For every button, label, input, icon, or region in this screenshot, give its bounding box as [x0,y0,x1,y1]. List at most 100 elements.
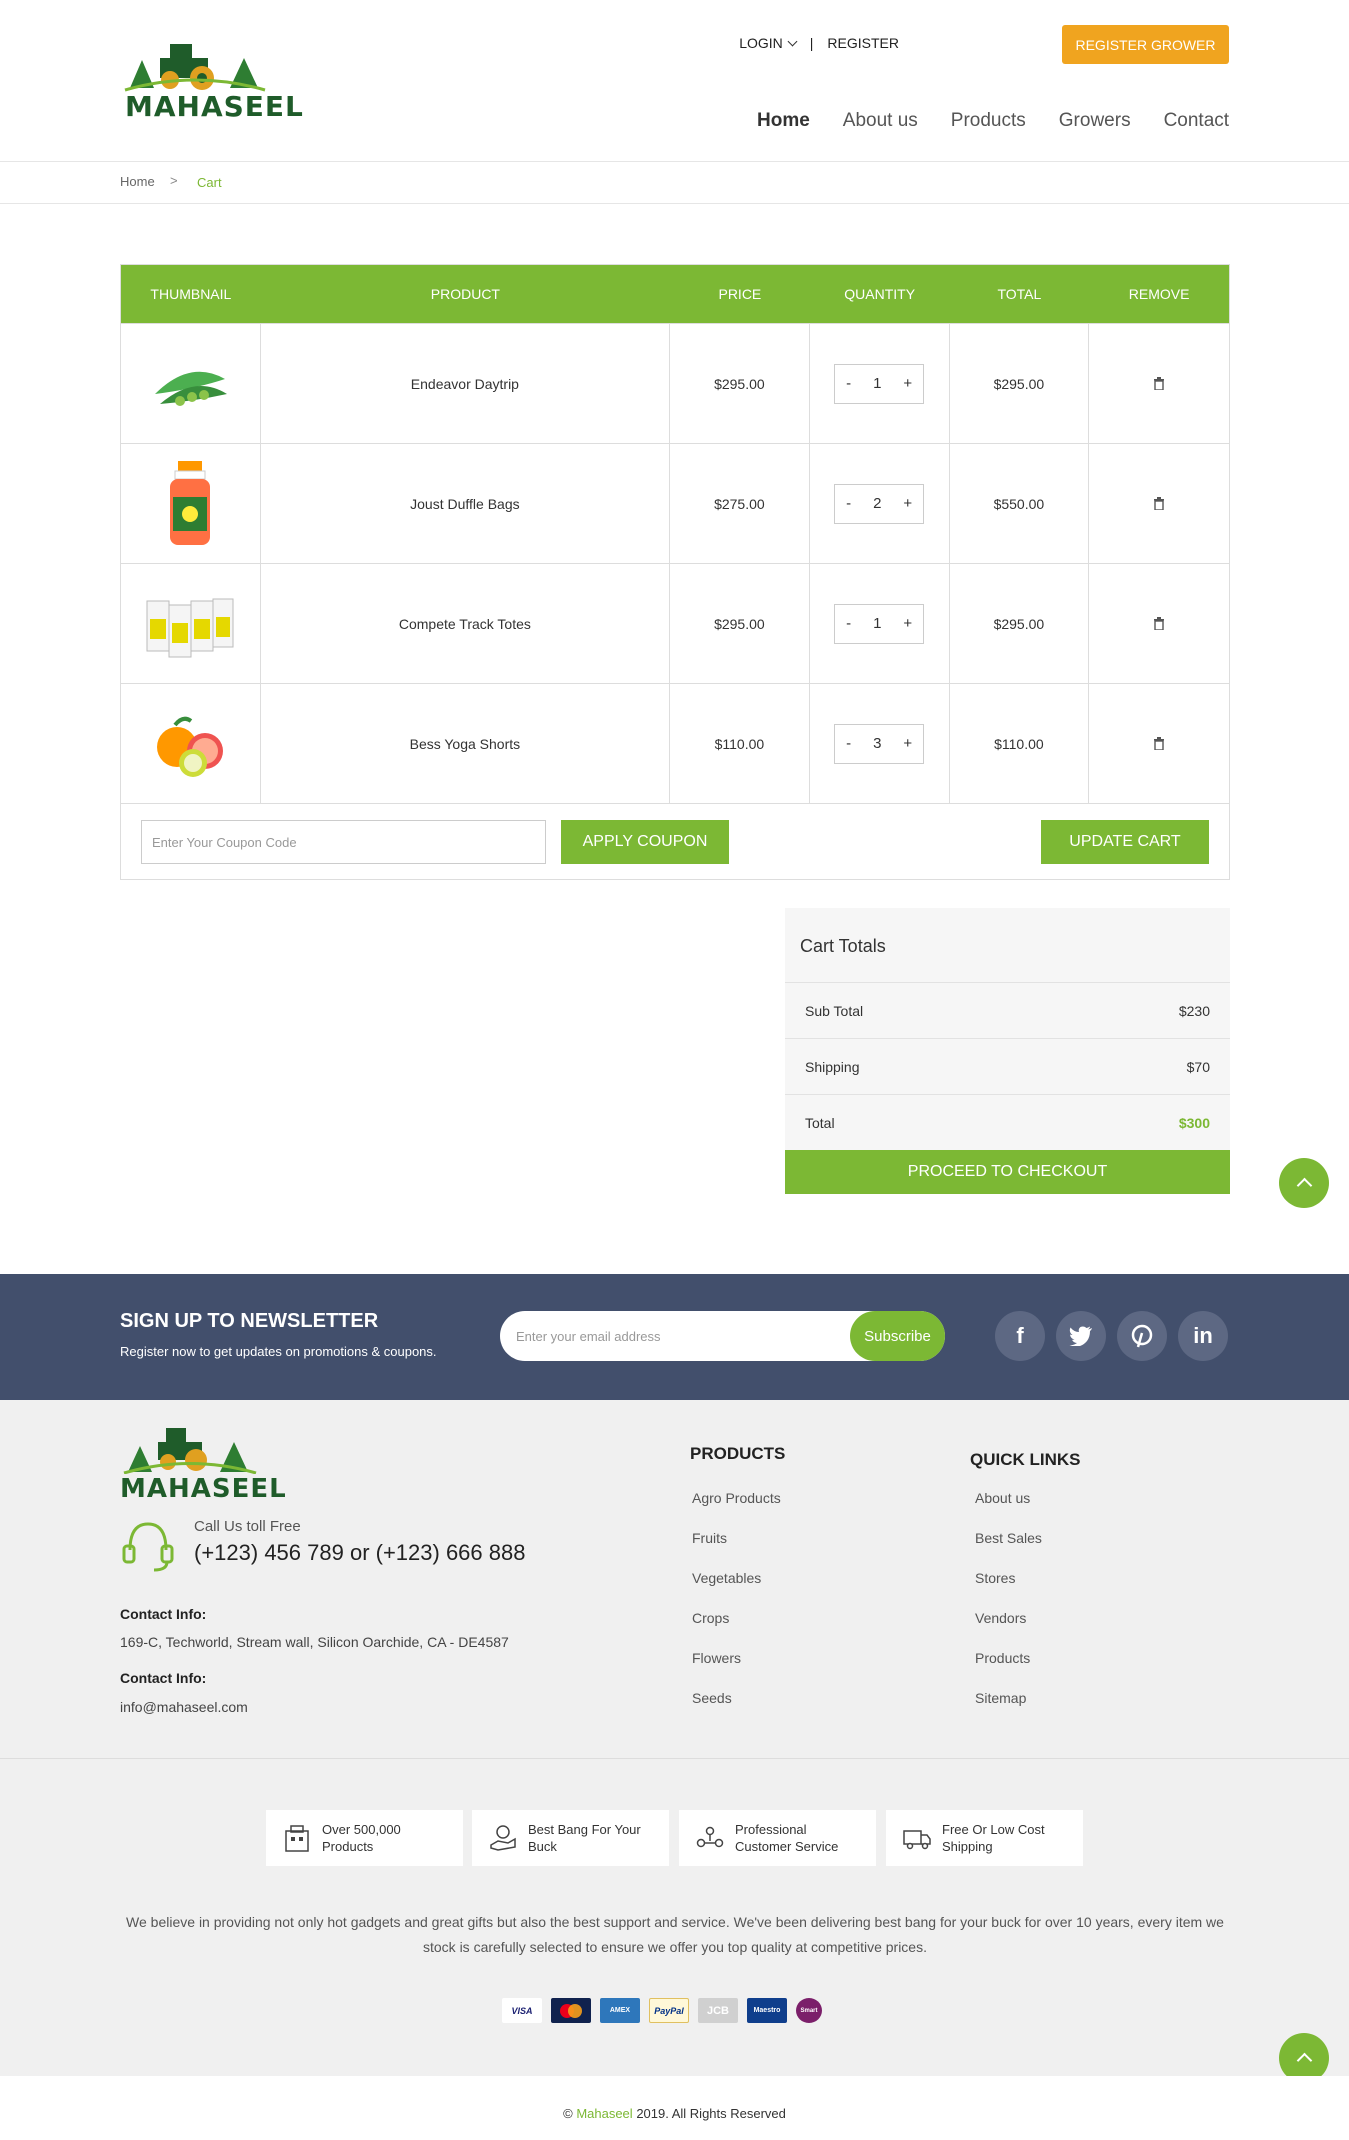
product-name[interactable]: Joust Duffle Bags [261,444,671,563]
qty-increase[interactable]: + [903,735,912,752]
footer-link-agro-products[interactable]: Agro Products [692,1490,781,1506]
footer-brand-logo[interactable]: MAHASEEL [120,1416,286,1506]
subscribe-button[interactable]: Subscribe [850,1311,945,1361]
qty-increase[interactable]: + [903,615,912,632]
footer-link-flowers[interactable]: Flowers [692,1650,741,1666]
amex-icon: AMEX [600,1998,640,2023]
nav-about[interactable]: About us [843,110,918,132]
cart-table: THUMBNAIL PRODUCT PRICE QUANTITY TOTAL R… [120,264,1230,880]
qty-increase[interactable]: + [903,495,912,512]
breadcrumb-separator: > [170,173,178,188]
product-price: $275.00 [670,444,810,563]
apply-coupon-button[interactable]: APPLY COUPON [561,820,729,864]
footer-link-about[interactable]: About us [975,1490,1030,1506]
remove-cell [1089,324,1229,443]
breadcrumb-home[interactable]: Home [120,174,155,189]
brand-logo[interactable]: MAHASEEL [120,30,303,125]
trash-icon[interactable] [1153,497,1165,510]
trash-icon[interactable] [1153,377,1165,390]
pinterest-icon[interactable] [1117,1311,1167,1361]
twitter-icon[interactable] [1056,1311,1106,1361]
product-image-peas[interactable] [145,339,235,429]
qty-increase[interactable]: + [903,375,912,392]
product-image-packets[interactable] [128,579,252,669]
facebook-icon[interactable]: f [995,1311,1045,1361]
col-product: PRODUCT [430,286,500,302]
product-price: $295.00 [670,564,810,683]
account-links: LOGIN | REGISTER [739,35,899,51]
remove-cell [1089,444,1229,563]
footer-link-products[interactable]: Products [975,1650,1030,1666]
table-row: Endeavor Daytrip $295.00 - 1 + $295.00 [121,323,1229,443]
quantity-cell: - 2 + [810,444,950,563]
trash-icon[interactable] [1153,617,1165,630]
qty-decrease[interactable]: - [846,375,851,392]
product-image-bottle[interactable] [145,459,235,549]
footer-link-fruits[interactable]: Fruits [692,1530,727,1546]
product-name[interactable]: Bess Yoga Shorts [261,684,671,803]
quantity-stepper[interactable]: - 2 + [834,483,925,524]
breadcrumb-current: Cart [197,175,222,190]
feature-line2: Customer Service [735,1839,839,1854]
nav-contact[interactable]: Contact [1164,110,1229,132]
line-total: $110.00 [950,684,1090,803]
feature-customer-service: Professional Customer Service [679,1810,876,1866]
quantity-cell: - 1 + [810,324,950,443]
table-row: Joust Duffle Bags $275.00 - 2 + $550.00 [121,443,1229,563]
product-price: $110.00 [670,684,810,803]
qty-decrease[interactable]: - [846,615,851,632]
register-link[interactable]: REGISTER [827,35,899,51]
proceed-to-checkout-button[interactable]: PROCEED TO CHECKOUT [785,1150,1230,1194]
newsletter-section: SIGN UP TO NEWSLETTER Register now to ge… [0,1274,1349,1400]
qty-decrease[interactable]: - [846,495,851,512]
footer-link-vendors[interactable]: Vendors [975,1610,1026,1626]
footer-brand-name: MAHASEEL [120,1474,287,1504]
feature-best-bang: Best Bang For Your Buck [472,1810,669,1866]
thumbnail-cell [121,564,261,683]
trash-icon[interactable] [1153,737,1165,750]
product-image-citrus[interactable] [145,699,235,789]
products-column-title: PRODUCTS [690,1444,786,1463]
footer-link-vegetables[interactable]: Vegetables [692,1570,761,1586]
linkedin-icon[interactable]: in [1178,1311,1228,1361]
qty-decrease[interactable]: - [846,735,851,752]
quantity-stepper[interactable]: - 1 + [834,363,925,404]
qty-value[interactable]: 1 [873,615,881,632]
footer-link-crops[interactable]: Crops [692,1610,729,1626]
shipping-value: $70 [1186,1058,1210,1075]
visa-icon: VISA [502,1998,542,2023]
line-total: $550.00 [950,444,1090,563]
product-name[interactable]: Compete Track Totes [261,564,671,683]
call-number[interactable]: (+123) 456 789 or (+123) 666 888 [194,1540,525,1566]
register-grower-button[interactable]: REGISTER GROWER [1062,25,1229,64]
footer-link-sitemap[interactable]: Sitemap [975,1690,1026,1706]
col-thumbnail: THUMBNAIL [150,286,232,302]
qty-value[interactable]: 1 [873,375,881,392]
product-name[interactable]: Endeavor Daytrip [261,324,671,443]
qty-value[interactable]: 2 [873,495,881,512]
subtotal-label: Sub Total [805,1002,864,1019]
total-value: $300 [1178,1114,1210,1131]
nav-home[interactable]: Home [757,110,810,132]
scroll-to-top-button[interactable] [1279,1158,1329,1208]
maestro-icon: Maestro [747,1998,787,2023]
subtotal-row: Sub Total $230 [785,982,1230,1038]
update-cart-button[interactable]: UPDATE CART [1041,820,1209,864]
nav-growers[interactable]: Growers [1059,110,1131,132]
total-label: Total [805,1114,835,1131]
chevron-down-icon [787,36,798,47]
contact-email[interactable]: info@mahaseel.com [120,1699,248,1715]
footer-divider [0,1758,1349,1759]
coupon-input[interactable]: Enter Your Coupon Code [141,820,546,864]
nav-products[interactable]: Products [951,110,1026,132]
qty-value[interactable]: 3 [873,735,881,752]
login-link[interactable]: LOGIN [739,35,798,51]
quantity-stepper[interactable]: - 3 + [834,723,925,764]
footer-link-best-sales[interactable]: Best Sales [975,1530,1042,1546]
quantity-stepper[interactable]: - 1 + [834,603,925,644]
newsletter-title: SIGN UP TO NEWSLETTER [120,1310,379,1332]
footer-link-stores[interactable]: Stores [975,1570,1015,1586]
footer-link-seeds[interactable]: Seeds [692,1690,732,1706]
copyright-brand-link[interactable]: Mahaseel [576,2106,632,2121]
separator: | [809,35,814,51]
